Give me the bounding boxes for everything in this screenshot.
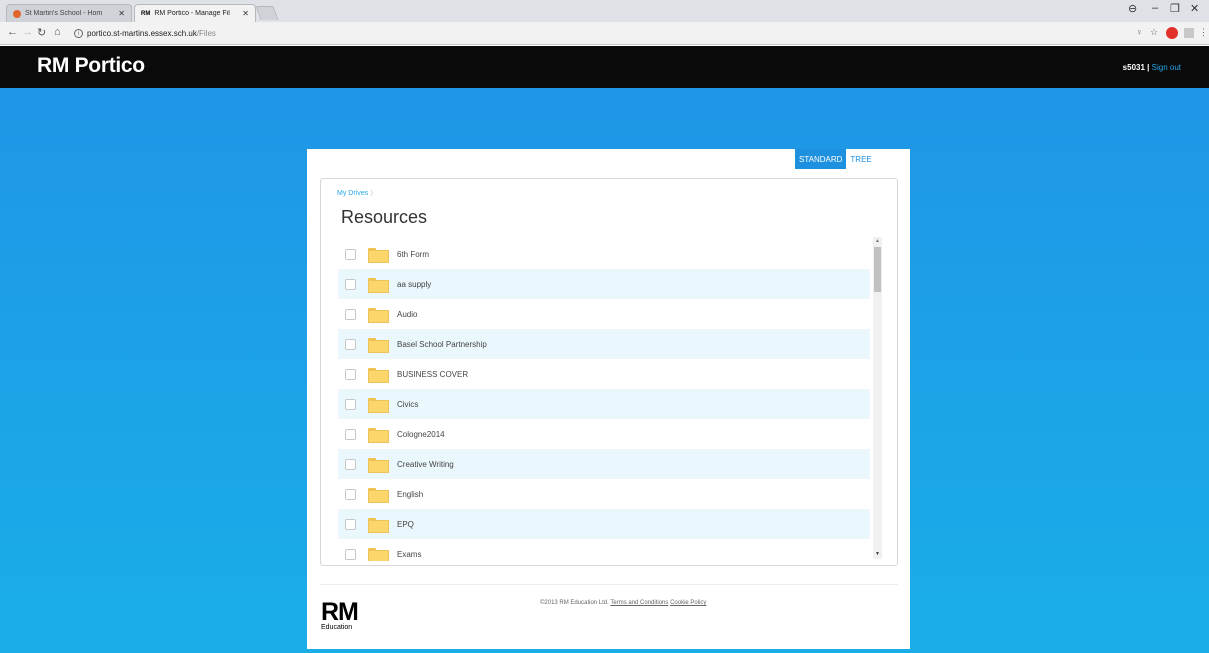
chevron-right-icon: 〉 [370, 190, 378, 197]
select-checkbox[interactable] [345, 548, 356, 560]
back-arrow-icon[interactable]: ← [7, 26, 18, 38]
reload-icon[interactable]: ↻ [37, 26, 46, 39]
folder-row[interactable]: Civics [338, 389, 870, 419]
cookie-policy-link[interactable]: Cookie Policy [670, 600, 706, 606]
browser-tab-strip: St Martin's School - Hom ✕ RM RM Portico… [0, 0, 1209, 22]
folder-list: 6th Form aa supply Audio Basel School Partn… [338, 239, 870, 561]
folder-icon [368, 517, 389, 533]
rm-favicon-icon: RM [141, 10, 151, 17]
school-favicon-icon [13, 9, 21, 18]
user-separator: | [1147, 63, 1150, 72]
tab-title: RM Portico - Manage Fil [154, 10, 230, 17]
folder-name[interactable]: Cologne2014 [397, 430, 445, 439]
select-checkbox[interactable] [345, 308, 356, 320]
menu-dots-icon[interactable]: ⋮ [1199, 27, 1208, 38]
tab-title: St Martin's School - Hom [25, 10, 103, 17]
folder-row[interactable]: Basel School Partnership [338, 329, 870, 359]
select-checkbox[interactable] [345, 428, 356, 440]
breadcrumb-my-drives[interactable]: My Drives [337, 190, 368, 197]
select-checkbox[interactable] [345, 338, 356, 350]
view-toggle: STANDARD TREE [795, 149, 876, 169]
folder-icon [368, 487, 389, 503]
folder-row[interactable]: Exams [338, 539, 870, 561]
select-checkbox[interactable] [345, 368, 356, 380]
folder-name[interactable]: English [397, 490, 423, 499]
folder-row[interactable]: Cologne2014 [338, 419, 870, 449]
close-window-icon[interactable]: ✕ [1190, 2, 1199, 15]
portal-header [0, 46, 1209, 88]
folder-name[interactable]: Exams [397, 550, 421, 559]
close-tab-icon[interactable]: ✕ [242, 9, 249, 18]
info-icon[interactable]: i [74, 28, 83, 38]
scroll-down-icon[interactable]: ▼ [873, 550, 882, 559]
select-checkbox[interactable] [345, 278, 356, 290]
tree-view-tab[interactable]: TREE [846, 149, 875, 169]
folder-name[interactable]: Audio [397, 310, 417, 319]
folder-name[interactable]: BUSINESS COVER [397, 370, 468, 379]
select-checkbox[interactable] [345, 488, 356, 500]
folder-name[interactable]: Creative Writing [397, 460, 454, 469]
select-checkbox[interactable] [345, 248, 356, 260]
minimize-icon[interactable]: – [1152, 2, 1158, 14]
folder-icon [368, 397, 389, 413]
select-checkbox[interactable] [345, 518, 356, 530]
folder-icon [368, 307, 389, 323]
username: s5031 [1122, 63, 1145, 72]
address-bar[interactable]: i portico.st-martins.essex.sch.uk/Files [74, 25, 1074, 41]
key-icon[interactable]: ♀ [1136, 27, 1143, 37]
sign-out-link[interactable]: Sign out [1152, 63, 1181, 72]
standard-view-tab[interactable]: STANDARD [795, 149, 847, 169]
folder-row[interactable]: BUSINESS COVER [338, 359, 870, 389]
trademark-symbol: ™ [353, 601, 357, 606]
rm-education-logo: RM ™ Education [321, 600, 359, 632]
folder-name[interactable]: EPQ [397, 520, 414, 529]
select-checkbox[interactable] [345, 398, 356, 410]
folder-name[interactable]: aa supply [397, 280, 431, 289]
folder-icon [368, 367, 389, 383]
browser-tab-st-martins[interactable]: St Martin's School - Hom ✕ [6, 4, 132, 22]
folder-row[interactable]: 6th Form [338, 239, 870, 269]
list-scrollbar[interactable]: ▲ ▼ [873, 237, 882, 559]
bookmark-star-icon[interactable]: ☆ [1150, 27, 1158, 38]
folder-row[interactable]: aa supply [338, 269, 870, 299]
new-tab-button[interactable] [255, 6, 279, 20]
restore-icon[interactable]: ❐ [1170, 2, 1180, 15]
folder-row[interactable]: EPQ [338, 509, 870, 539]
extension-icon[interactable] [1184, 28, 1194, 38]
copyright-text: ©2013 RM Education Ltd. [540, 600, 609, 606]
footer-divider [320, 584, 898, 585]
url-path: /Files [196, 28, 216, 38]
browser-toolbar: ← → ↻ ⌂ i portico.st-martins.essex.sch.u… [0, 22, 1209, 45]
folder-icon [368, 247, 389, 263]
folder-row[interactable]: English [338, 479, 870, 509]
close-tab-icon[interactable]: ✕ [118, 9, 125, 18]
adblock-icon[interactable] [1166, 27, 1178, 39]
folder-icon [368, 337, 389, 353]
terms-link[interactable]: Terms and Conditions [610, 600, 668, 606]
folder-row[interactable]: Creative Writing [338, 449, 870, 479]
scroll-thumb[interactable] [874, 247, 881, 292]
folder-name[interactable]: Basel School Partnership [397, 340, 487, 349]
profile-icon[interactable]: ⊖ [1128, 2, 1137, 15]
folder-row[interactable]: Audio [338, 299, 870, 329]
folder-icon [368, 427, 389, 443]
browser-tab-rm-portico[interactable]: RM RM Portico - Manage Fil ✕ [134, 4, 256, 22]
footer-text: ©2013 RM Education Ltd. Terms and Condit… [540, 600, 706, 606]
portal-logo[interactable]: RM Portico [37, 54, 145, 78]
folder-icon [368, 277, 389, 293]
folder-title: Resources [341, 207, 428, 227]
url-host: portico.st-martins.essex.sch.uk [87, 28, 197, 38]
home-icon[interactable]: ⌂ [54, 26, 61, 38]
folder-name[interactable]: Civics [397, 400, 418, 409]
user-area: s5031 | Sign out [1123, 63, 1181, 72]
forward-arrow-icon[interactable]: → [22, 26, 33, 38]
select-checkbox[interactable] [345, 458, 356, 470]
folder-icon [368, 547, 389, 561]
breadcrumb: My Drives 〉 [337, 188, 377, 198]
scroll-up-icon[interactable]: ▲ [873, 237, 882, 246]
folder-icon [368, 457, 389, 473]
folder-name[interactable]: 6th Form [397, 250, 429, 259]
